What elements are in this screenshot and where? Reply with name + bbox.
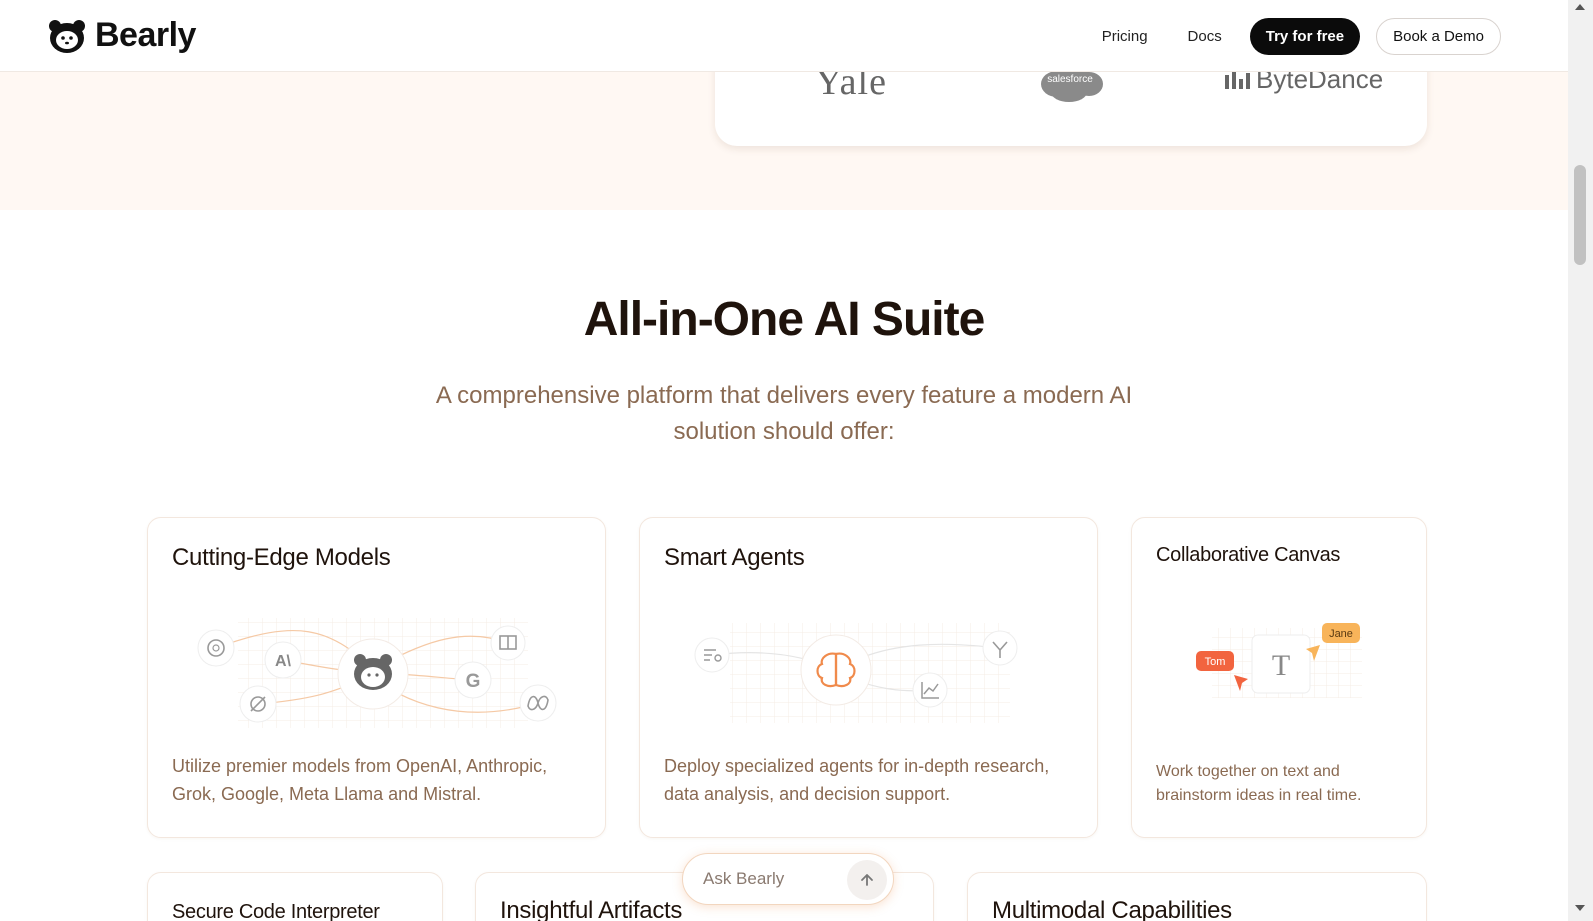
canvas-letter: T [1272,649,1290,682]
nav-pricing-link[interactable]: Pricing [1102,28,1148,45]
svg-text:G: G [466,671,481,692]
mistral-icon [239,685,277,723]
salesforce-logo-text: salesforce [1047,74,1093,85]
page-scrollbar[interactable] [1568,0,1593,921]
card-title: Cutting-Edge Models [172,544,391,571]
feature-card-multimodal[interactable]: Multimodal Capabilities [967,872,1427,921]
feature-card-code-interpreter[interactable]: Secure Code Interpreter [147,872,443,921]
models-network-illustration: A\ G [197,618,557,728]
bytedance-bars-icon [1225,70,1250,89]
scroll-up-arrow-icon[interactable] [1575,4,1585,10]
brand-logo[interactable]: Bearly [47,16,196,55]
bear-logo-icon [49,19,85,53]
brand-name: Bearly [95,16,196,54]
try-for-free-button[interactable]: Try for free [1249,17,1361,55]
scroll-thumb[interactable] [1574,165,1586,265]
card-description: Deploy specialized agents for in-depth r… [664,756,1050,804]
brain-icon [800,634,872,706]
anthropic-icon: A\ [264,641,302,679]
section-title: All-in-One AI Suite [583,293,986,346]
card-title: Insightful Artifacts [500,897,683,921]
card-title: Multimodal Capabilities [992,897,1232,921]
ask-bearly-input[interactable] [703,869,843,889]
site-header: Bearly Pricing Docs Try for free Book a … [0,0,1568,72]
analytics-chart-icon [912,672,948,708]
card-description: Work together on text and brainstorm ide… [1156,763,1362,804]
feature-card-canvas[interactable]: Collaborative Canvas T Tom Jane Work tog… [1131,517,1427,838]
section-subtitle: A comprehensive platform that delivers e… [435,382,1133,445]
nav-docs-link[interactable]: Docs [1188,28,1222,45]
book-demo-button[interactable]: Book a Demo [1376,17,1501,55]
agents-network-illustration [694,623,1018,723]
ask-bearly-bar [682,853,894,905]
send-button[interactable] [847,860,887,900]
google-icon: G [454,661,492,699]
top-nav: Pricing Docs Try for free Book a Demo [1102,17,1501,55]
arrow-up-icon [861,874,873,886]
meta-icon [519,684,557,722]
canvas-illustration: T Tom Jane [1196,623,1362,698]
card-title: Secure Code Interpreter [172,901,380,921]
feature-card-models[interactable]: Cutting-Edge Models A\ G Utilize premier… [147,517,606,838]
feature-card-agents[interactable]: Smart Agents Deploy specialized agents f… [639,517,1098,838]
tom-label: Tom [1205,656,1226,668]
grok-icon [490,625,526,661]
decision-branch-icon [982,630,1018,666]
card-title: Smart Agents [664,544,805,571]
bearly-hub-icon [337,638,409,710]
research-icon [694,637,730,673]
svg-text:A\: A\ [275,653,292,670]
openai-icon [197,629,235,667]
scroll-down-arrow-icon[interactable] [1575,905,1585,911]
card-title: Collaborative Canvas [1156,544,1341,566]
jane-label: Jane [1329,628,1353,640]
card-description: Utilize premier models from OpenAI, Anth… [172,756,548,804]
